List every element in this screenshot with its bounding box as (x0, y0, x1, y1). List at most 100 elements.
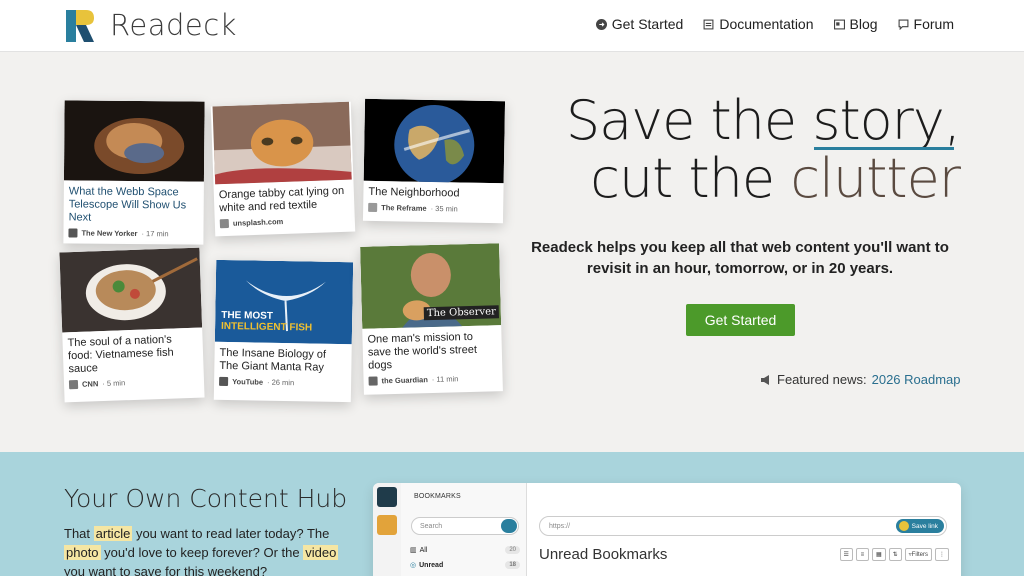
sidebar-item-unread[interactable]: ◎ Unread 18 (410, 561, 520, 569)
get-started-button[interactable]: Get Started (686, 304, 795, 336)
chat-bubble-icon (898, 19, 908, 30)
app-preview: BOOKMARKS Search ▥ All 20 ◎ Unread 18 ht… (373, 483, 961, 576)
headline-story: story, (812, 89, 961, 152)
bookmark-card[interactable]: The soul of a nation's food: Vietnamese … (59, 247, 205, 403)
card-title: The Insane Biology of The Giant Manta Ra… (219, 346, 327, 374)
app-rail (373, 483, 401, 576)
save-link-button[interactable]: Save link (895, 519, 944, 533)
card-meta: The New Yorker · 17 min (63, 224, 203, 242)
list-view-icon[interactable]: ☰ (839, 548, 853, 561)
card-time: · 17 min (141, 229, 169, 239)
highlight-video: video (303, 545, 339, 560)
grid-view-icon[interactable]: ▦ (871, 548, 886, 561)
headline-clutter: clutter (790, 147, 961, 210)
section-title: Your Own Content Hub (64, 484, 348, 513)
highlight-article: article (93, 526, 133, 541)
source-icon (368, 376, 378, 386)
brand-name[interactable]: Readeck (110, 8, 237, 42)
card-title: One man's mission to save the world's st… (367, 330, 478, 372)
overlay-line-2: INTELLIGENT FISH (220, 320, 313, 334)
bookmark-card[interactable]: The Observer One man's mission to save t… (360, 243, 503, 395)
app-main: https:// Save link Unread Bookmarks ☰ ≡ … (528, 483, 961, 576)
url-placeholder: https:// (549, 523, 571, 530)
search-input[interactable]: Search (411, 517, 519, 535)
card-source: unsplash.com (232, 217, 284, 228)
search-placeholder: Search (420, 523, 443, 530)
overlay-line-1: THE MOST (221, 309, 274, 322)
card-title: What the Webb Space Telescope Will Show … (68, 185, 187, 224)
bookmarks-icon[interactable] (377, 515, 397, 535)
docs-icon (703, 19, 714, 29)
filters-button[interactable]: ▿ Filters (904, 548, 932, 561)
save-label: Save link (911, 522, 938, 530)
sidebar-title: BOOKMARKS (414, 493, 461, 500)
card-source: the Guardian (381, 375, 428, 386)
bookmark-card[interactable]: THE MOST INTELLIGENT FISH The Insane Bio… (213, 259, 354, 403)
megaphone-icon (761, 374, 769, 385)
site-header: Readeck Get Started Documentation Blog F… (0, 0, 1024, 52)
nav-blog[interactable]: Blog (833, 16, 878, 32)
source-icon (219, 218, 230, 229)
card-time: · 11 min (431, 374, 459, 385)
hero-headline: Save the story, cut the clutter (565, 89, 961, 210)
card-source: YouTube (232, 377, 264, 387)
content-hub-section: Your Own Content Hub That article you wa… (0, 452, 1024, 576)
text-segment: That (64, 526, 91, 541)
card-time: · 5 min (102, 378, 126, 389)
filters-label: Filters (911, 551, 928, 558)
card-title: Orange tabby cat lying on white and red … (218, 184, 345, 215)
toolbar: ☰ ≡ ▦ ⇅ ▿ Filters ⋮ (839, 548, 949, 561)
headline-part-1: Save the (565, 89, 797, 152)
card-title: The Neighborhood (368, 185, 460, 200)
news-link[interactable]: 2026 Roadmap (872, 372, 961, 387)
url-input[interactable]: https:// Save link (539, 516, 947, 536)
app-logo-icon[interactable] (377, 487, 397, 507)
youtube-icon (219, 376, 229, 387)
list-icon: ▥ (410, 547, 417, 554)
dog-thumbnail: The Observer (360, 243, 502, 329)
cat-image (212, 101, 352, 185)
bookmark-card[interactable]: What the Webb Space Telescope Will Show … (63, 100, 205, 245)
observer-label: The Observer (423, 305, 500, 321)
source-icon (68, 379, 79, 390)
news-label: Featured news: (777, 372, 867, 387)
unread-icon: ◎ (410, 562, 417, 569)
more-icon[interactable]: ⋮ (935, 548, 949, 561)
main-title: Unread Bookmarks (539, 546, 668, 563)
card-meta: The Reframe · 35 min (363, 199, 503, 218)
nav-get-started[interactable]: Get Started (595, 16, 684, 32)
nav-forum[interactable]: Forum (898, 16, 954, 32)
featured-news: Featured news: 2026 Roadmap (760, 372, 961, 387)
text-segment: you want to save for this weekend? (64, 564, 268, 576)
plus-icon (898, 521, 909, 531)
nebula-image (63, 100, 205, 182)
card-time: · 35 min (430, 203, 458, 214)
manta-thumbnail: THE MOST INTELLIGENT FISH (214, 259, 354, 345)
sidebar-item-label: All (419, 546, 428, 554)
sort-icon[interactable]: ⇅ (888, 548, 902, 561)
app-sidebar: BOOKMARKS Search ▥ All 20 ◎ Unread 18 (401, 483, 527, 576)
hero-subtitle: Readeck helps you keep all that web cont… (531, 239, 949, 277)
bookmark-card[interactable]: Orange tabby cat lying on white and red … (210, 101, 356, 237)
nav-documentation[interactable]: Documentation (703, 16, 814, 32)
nav-label: Get Started (611, 16, 684, 32)
nav-label: Forum (913, 16, 954, 32)
headline-part-2: cut the (590, 147, 775, 210)
sidebar-item-count: 20 (505, 546, 520, 554)
sidebar-item-all[interactable]: ▥ All 20 (410, 546, 520, 554)
compact-view-icon[interactable]: ≡ (855, 548, 869, 561)
search-icon[interactable] (501, 519, 517, 533)
card-source: The New Yorker (81, 228, 138, 239)
readeck-logo-icon[interactable] (66, 10, 94, 42)
sidebar-item-label: Unread (419, 561, 444, 569)
section-text: That article you want to read later toda… (64, 524, 354, 576)
highlight-photo: photo (64, 545, 101, 560)
text-segment: you'd love to keep forever? Or the (104, 545, 300, 560)
earth-image (363, 98, 506, 184)
sidebar-item-count: 18 (505, 561, 520, 569)
card-title: The soul of a nation's food: Vietnamese … (67, 333, 174, 376)
text-segment: you want to read later today? The (135, 526, 330, 541)
bookmark-card[interactable]: The Neighborhood The Reframe · 35 min (362, 98, 506, 224)
nav-label: Blog (849, 16, 878, 32)
nav-label: Documentation (719, 16, 814, 32)
